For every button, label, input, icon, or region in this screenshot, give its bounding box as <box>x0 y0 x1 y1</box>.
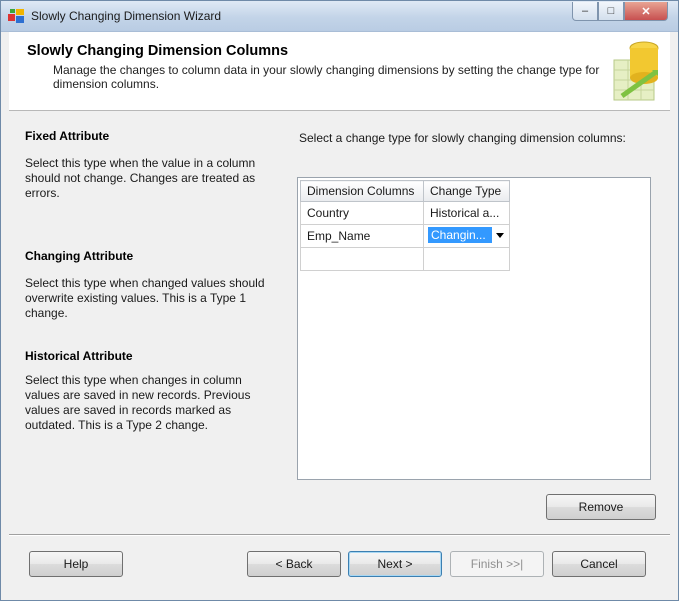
historical-attribute-text: Select this type when changes in column … <box>25 373 251 432</box>
minimize-button[interactable]: ‒ <box>572 2 598 21</box>
dropdown-arrow-icon[interactable] <box>496 233 504 238</box>
page-description: Manage the changes to column data in you… <box>53 63 600 91</box>
new-row-cell[interactable] <box>300 247 424 271</box>
column-header-dimension[interactable]: Dimension Columns <box>300 180 424 202</box>
changing-attribute-text: Select this type when changed values sho… <box>25 276 265 320</box>
maximize-button[interactable]: □ <box>598 2 624 21</box>
table-row[interactable]: Country Historical a... <box>300 201 510 225</box>
change-type-dropdown[interactable]: Changin... <box>423 224 510 248</box>
change-type-selected-value: Changin... <box>428 226 492 243</box>
title-bar[interactable]: Slowly Changing Dimension Wizard ‒ □ ✕ <box>1 1 678 32</box>
next-button[interactable]: Next > <box>348 551 442 577</box>
dimension-columns-grid[interactable]: Dimension Columns Change Type Country Hi… <box>297 177 651 480</box>
back-button[interactable]: < Back <box>247 551 341 577</box>
remove-button[interactable]: Remove <box>546 494 656 520</box>
change-type-cell[interactable]: Historical a... <box>423 201 510 225</box>
app-icon <box>8 9 24 23</box>
table-row-empty[interactable] <box>300 247 510 271</box>
grid-instruction: Select a change type for slowly changing… <box>299 131 626 145</box>
cancel-button[interactable]: Cancel <box>552 551 646 577</box>
caption-buttons: ‒ □ ✕ <box>572 2 668 22</box>
wizard-header: Slowly Changing Dimension Columns Manage… <box>9 32 670 111</box>
window-title: Slowly Changing Dimension Wizard <box>31 9 222 23</box>
wizard-window: Slowly Changing Dimension Wizard ‒ □ ✕ S… <box>0 0 679 601</box>
footer-divider <box>9 534 670 536</box>
help-button[interactable]: Help <box>29 551 123 577</box>
new-row-cell[interactable] <box>423 247 510 271</box>
dimension-table-icon <box>613 41 659 101</box>
close-button[interactable]: ✕ <box>624 2 668 21</box>
fixed-attribute-title: Fixed Attribute <box>25 129 110 143</box>
changing-attribute-title: Changing Attribute <box>25 249 134 263</box>
finish-button[interactable]: Finish >>| <box>450 551 544 577</box>
column-header-change-type[interactable]: Change Type <box>423 180 510 202</box>
dimension-column-cell[interactable]: Emp_Name <box>300 224 424 248</box>
page-title: Slowly Changing Dimension Columns <box>27 43 289 59</box>
grid-table: Dimension Columns Change Type Country Hi… <box>300 180 510 271</box>
dimension-column-cell[interactable]: Country <box>300 201 424 225</box>
table-row[interactable]: Emp_Name Changin... <box>300 224 510 248</box>
historical-attribute-title: Historical Attribute <box>25 349 133 363</box>
grid-header-row: Dimension Columns Change Type <box>300 180 510 202</box>
fixed-attribute-text: Select this type when the value in a col… <box>25 156 256 200</box>
